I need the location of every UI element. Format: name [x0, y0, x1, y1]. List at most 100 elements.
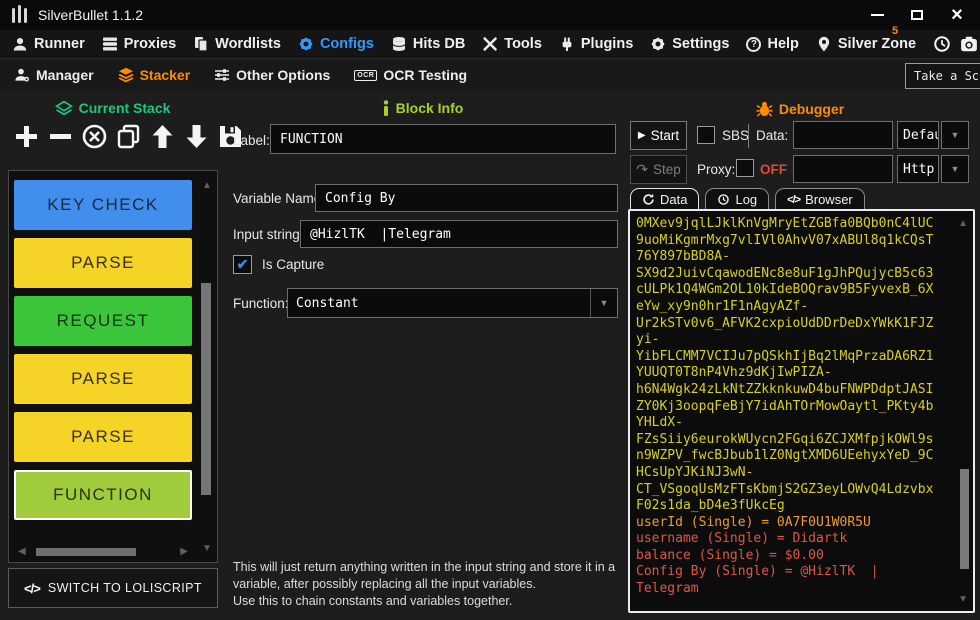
menu-item-silver-zone[interactable]: 5 Silver Zone — [816, 36, 916, 52]
wordlist-type-select[interactable]: Default — [897, 121, 939, 149]
submenu-item-other-options[interactable]: Other Options — [214, 67, 330, 83]
scrollbar-thumb[interactable] — [201, 283, 211, 495]
stack-block[interactable]: PARSE — [14, 238, 192, 288]
wordlists-icon — [193, 36, 209, 52]
silverbullet-logo-icon — [10, 4, 30, 26]
output-line: h6N4Wgk24zLkNtZZkknkuwD4buFNWPDdptJASI — [636, 382, 967, 399]
switch-to-loliscript-button[interactable]: </> SWITCH TO LOLISCRIPT — [8, 568, 218, 608]
chevron-down-icon: ▼ — [942, 156, 968, 182]
menu-label: Silver Zone — [838, 36, 916, 52]
take-screenshot-button[interactable]: Take a Sc — [905, 63, 980, 89]
wordlist-type-dropdown-button[interactable]: ▼ — [941, 121, 969, 149]
sbs-checkbox[interactable] — [697, 126, 715, 144]
submenu-item-stacker[interactable]: Stacker — [118, 67, 191, 83]
scroll-up-icon[interactable]: ▲ — [958, 219, 968, 229]
clear-stack-button[interactable] — [80, 122, 109, 151]
play-icon: ▶ — [638, 130, 646, 141]
sbs-label: SBS — [722, 128, 749, 143]
window-title: SilverBullet 1.1.2 — [38, 7, 143, 23]
menu-item-runner[interactable]: Runner — [12, 36, 85, 52]
proxy-input[interactable] — [793, 155, 893, 183]
maximize-button[interactable] — [904, 4, 930, 26]
sliders-icon — [214, 67, 230, 83]
proxy-type-value: Http — [898, 162, 938, 177]
tab-log[interactable]: Log — [705, 188, 769, 210]
function-select[interactable]: Constant ▼ — [287, 288, 618, 318]
refresh-icon — [642, 193, 655, 206]
scroll-left-icon[interactable]: ◀ — [18, 547, 26, 557]
history-icon[interactable] — [933, 35, 951, 53]
proxy-checkbox[interactable] — [736, 159, 754, 177]
is-capture-label: Is Capture — [262, 257, 324, 272]
chevron-down-icon[interactable]: ▼ — [590, 289, 617, 317]
is-capture-checkbox[interactable] — [233, 255, 252, 274]
tab-label: Log — [735, 192, 757, 207]
menu-item-wordlists[interactable]: Wordlists — [193, 36, 281, 52]
scroll-right-icon[interactable]: ▶ — [180, 547, 188, 557]
variable-name-input[interactable] — [315, 184, 618, 212]
submenu-item-ocr-testing[interactable]: OCR OCR Testing — [354, 67, 467, 83]
tab-data[interactable]: Data — [630, 188, 699, 210]
variable-name-label: Variable Name: — [233, 191, 325, 206]
debug-data-panel: 0MXev9jqlLJklKnVgMryEtZGBfa0BQb0nC4lUC9u… — [628, 209, 975, 613]
menu-item-help[interactable]: ? Help — [746, 36, 798, 52]
stack-block[interactable]: REQUEST — [14, 296, 192, 346]
menu-item-plugins[interactable]: Plugins — [559, 36, 633, 52]
proxies-icon — [102, 36, 118, 52]
stack-block-list: KEY CHECK PARSE REQUEST PARSE PARSE FUNCTION — [14, 180, 192, 528]
current-stack-header: Current Stack — [0, 100, 225, 116]
proxy-type-select[interactable]: Http — [897, 155, 939, 183]
stack-horizontal-scrollbar[interactable]: ◀ ▶ — [14, 544, 192, 560]
scroll-up-icon[interactable]: ▲ — [202, 181, 212, 191]
stack-vertical-scrollbar[interactable]: ▲ ▼ — [197, 171, 217, 562]
app-window: SilverBullet 1.1.2 × Runner Proxies Word… — [0, 0, 980, 620]
output-line: n9WZPV_fwcBJbub1lZ0NgtXMD6UEehyxYeD_9C — [636, 448, 967, 465]
submenu-item-manager[interactable]: Manager — [14, 67, 94, 83]
move-up-button[interactable] — [148, 122, 177, 151]
menu-item-hits-db[interactable]: Hits DB — [391, 36, 465, 52]
debug-data-input[interactable] — [793, 121, 893, 149]
output-line: cULPk1Q4WGm2OL10kIdeBOQrav9B5FyvexB_6X — [636, 282, 967, 299]
clone-block-button[interactable] — [114, 122, 143, 151]
submenu-label: Other Options — [236, 67, 330, 83]
output-line: 9uoMiKgmrMxg7vlIVl0AhvV07xABUl8q1kCQsT — [636, 233, 967, 250]
output-line: Telegram — [636, 581, 967, 598]
move-down-button[interactable] — [182, 122, 211, 151]
start-button[interactable]: ▶ Start — [630, 121, 687, 150]
menu-item-tools[interactable]: Tools — [482, 36, 542, 52]
start-label: Start — [651, 128, 680, 143]
stack-diamond-icon — [55, 100, 73, 116]
camera-icon[interactable] — [960, 35, 978, 53]
minimize-button[interactable] — [864, 4, 890, 26]
menu-item-configs[interactable]: Configs — [298, 36, 374, 52]
scrollbar-thumb[interactable] — [960, 469, 969, 569]
output-line: Ur2kSTv0v6_AFVK2cxpioUdDDrDeDxYWkK1FJZ — [636, 316, 967, 333]
tab-browser[interactable]: </> Browser — [775, 188, 865, 210]
gear-icon — [650, 36, 666, 52]
tab-label: Data — [660, 192, 687, 207]
output-line: 76Y897bBD8A- — [636, 249, 967, 266]
add-block-button[interactable] — [12, 122, 41, 151]
close-button[interactable]: × — [944, 4, 970, 26]
label-input[interactable] — [270, 124, 616, 154]
scrollbar-thumb[interactable] — [36, 548, 136, 556]
scroll-down-icon[interactable]: ▼ — [202, 544, 212, 554]
stack-block[interactable]: FUNCTION — [14, 470, 192, 520]
step-button[interactable]: ↷ Step — [630, 155, 687, 184]
debugger-title: Debugger — [779, 101, 844, 117]
stack-block[interactable]: KEY CHECK — [14, 180, 192, 230]
input-string-input[interactable] — [300, 220, 618, 248]
stack-block[interactable]: PARSE — [14, 412, 192, 462]
remove-block-button[interactable] — [46, 122, 75, 151]
stack-block[interactable]: PARSE — [14, 354, 192, 404]
info-icon — [382, 100, 390, 116]
code-icon: </> — [24, 581, 40, 596]
output-line: HCsUpYJKiNJ3wN- — [636, 465, 967, 482]
scroll-down-icon[interactable]: ▼ — [958, 595, 968, 605]
proxy-type-dropdown-button[interactable]: ▼ — [941, 155, 969, 183]
menu-item-proxies[interactable]: Proxies — [102, 36, 176, 52]
menu-item-settings[interactable]: Settings — [650, 36, 729, 52]
menu-label: Wordlists — [215, 36, 281, 52]
manager-icon — [14, 67, 30, 83]
layers-icon — [118, 67, 134, 83]
